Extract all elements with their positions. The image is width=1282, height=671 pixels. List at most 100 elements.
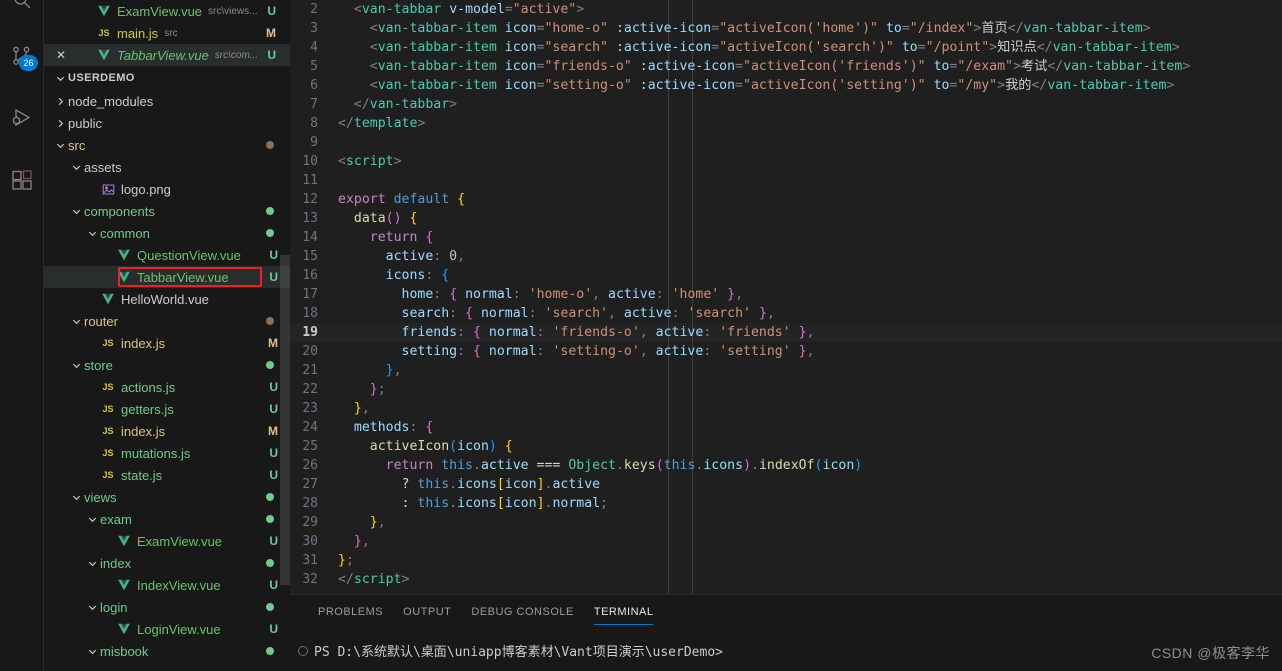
code-editor[interactable]: 2 <van-tabbar v-model="active"> 3 <van-ta…: [290, 0, 1282, 594]
tree-row-loginview-vue[interactable]: LoginView.vue U: [44, 618, 290, 640]
code-line[interactable]: 12 export default {: [290, 190, 1282, 209]
code-line[interactable]: 9: [290, 133, 1282, 152]
code-line[interactable]: 14 return {: [290, 228, 1282, 247]
code-line-text: </van-tabbar>: [338, 97, 458, 112]
tree-item-label: views: [84, 489, 117, 505]
tree-row-login[interactable]: login: [44, 596, 290, 618]
tree-row-store[interactable]: store: [44, 354, 290, 376]
code-line[interactable]: 21 },: [290, 361, 1282, 380]
chevron-down-icon: [68, 316, 84, 327]
code-line[interactable]: 15 active: 0,: [290, 247, 1282, 266]
tree-row-node-modules[interactable]: node_modules: [44, 90, 290, 112]
code-line[interactable]: 28 : this.icons[icon].normal;: [290, 494, 1282, 513]
code-line[interactable]: 18 search: { normal: 'search', active: '…: [290, 304, 1282, 323]
code-line[interactable]: 25 activeIcon(icon) {: [290, 437, 1282, 456]
tree-row-components[interactable]: components: [44, 200, 290, 222]
tree-row-index[interactable]: index: [44, 552, 290, 574]
code-line-text: active: 0,: [385, 249, 466, 264]
open-editor-description: src\com...: [214, 49, 259, 61]
code-line[interactable]: 17 home: { normal: 'home-o', active: 'ho…: [290, 285, 1282, 304]
tree-row-misbook[interactable]: misbook: [44, 640, 290, 662]
code-line[interactable]: 11: [290, 171, 1282, 190]
chevron-down-icon: [84, 228, 100, 239]
line-number: 19: [302, 325, 318, 340]
explorer-root-header[interactable]: USERDEMO: [44, 66, 290, 90]
tree-item-dot-indicator: [266, 207, 274, 215]
tree-row-mutations-js[interactable]: JS mutations.js U: [44, 442, 290, 464]
open-editor-item[interactable]: ✕ TabbarView.vue src\com... U: [44, 44, 290, 66]
code-line[interactable]: 20 setting: { normal: 'setting-o', activ…: [290, 342, 1282, 361]
open-editor-name: ExamView.vue: [117, 3, 203, 19]
tree-row-helloworld-vue[interactable]: HelloWorld.vue: [44, 288, 290, 310]
code-line[interactable]: 31};: [290, 551, 1282, 570]
tree-row-state-js[interactable]: JS state.js U: [44, 464, 290, 486]
panel-tab-terminal[interactable]: TERMINAL: [584, 595, 664, 630]
code-line[interactable]: 4 <van-tabbar-item icon="search" :active…: [290, 38, 1282, 57]
open-editor-item[interactable]: ExamView.vue src\views... U: [44, 0, 290, 22]
close-icon[interactable]: ✕: [52, 48, 70, 62]
vue-file-icon: [96, 47, 112, 63]
panel-tab-output[interactable]: OUTPUT: [393, 595, 461, 630]
open-editors-list: ExamView.vue src\views... U JS main.js src M ✕ T…: [44, 0, 290, 66]
code-line[interactable]: 19 friends: { normal: 'friends-o', activ…: [290, 323, 1282, 342]
code-line[interactable]: 6 <van-tabbar-item icon="setting-o" :act…: [290, 76, 1282, 95]
code-line[interactable]: 22 };: [290, 380, 1282, 399]
chevron-right-icon: [52, 118, 68, 129]
tree-row-index-js[interactable]: JS index.js M: [44, 420, 290, 442]
tree-row-tabbarview-vue[interactable]: TabbarView.vue U: [44, 266, 290, 288]
tree-row-exam[interactable]: exam: [44, 508, 290, 530]
tree-item-label: ExamView.vue: [137, 533, 223, 549]
code-line[interactable]: 27 ? this.icons[icon].active: [290, 475, 1282, 494]
code-line[interactable]: 23 },: [290, 399, 1282, 418]
tree-item-git-status: U: [269, 402, 278, 416]
vue-file-icon: [100, 291, 116, 307]
tree-row-questionview-vue[interactable]: QuestionView.vue U: [44, 244, 290, 266]
line-number: 2: [310, 2, 318, 17]
tree-row-common[interactable]: common: [44, 222, 290, 244]
run-and-debug-icon[interactable]: [0, 94, 44, 142]
code-line[interactable]: 30 },: [290, 532, 1282, 551]
chevron-down-icon: [84, 646, 100, 657]
tree-item-dot-indicator: [266, 141, 274, 149]
tree-row-actions-js[interactable]: JS actions.js U: [44, 376, 290, 398]
tree-item-dot-indicator: [266, 361, 274, 369]
code-line[interactable]: 8 </template>: [290, 114, 1282, 133]
open-editor-item[interactable]: JS main.js src M: [44, 22, 290, 44]
panel-tab-problems[interactable]: PROBLEMS: [308, 595, 393, 630]
line-number: 18: [302, 306, 318, 321]
code-line[interactable]: 29 },: [290, 513, 1282, 532]
code-line[interactable]: 24 methods: {: [290, 418, 1282, 437]
tree-row-assets[interactable]: assets: [44, 156, 290, 178]
code-line[interactable]: 32 </script>: [290, 570, 1282, 589]
search-icon[interactable]: [0, 0, 44, 24]
code-line[interactable]: 26 return this.active === Object.keys(th…: [290, 456, 1282, 475]
tree-row-src[interactable]: src: [44, 134, 290, 156]
code-line[interactable]: 2 <van-tabbar v-model="active">: [290, 0, 1282, 19]
tree-row-public[interactable]: public: [44, 112, 290, 134]
tree-row-logo-png[interactable]: logo.png: [44, 178, 290, 200]
vue-file-icon: [116, 577, 132, 593]
extensions-icon[interactable]: [0, 156, 44, 204]
code-line[interactable]: 10 <script>: [290, 152, 1282, 171]
tree-row-examview-vue[interactable]: ExamView.vue U: [44, 530, 290, 552]
code-line[interactable]: 13 data() {: [290, 209, 1282, 228]
tree-row-views[interactable]: views: [44, 486, 290, 508]
code-line[interactable]: 5 <van-tabbar-item icon="friends-o" :act…: [290, 57, 1282, 76]
code-line[interactable]: 3 <van-tabbar-item icon="home-o" :active…: [290, 19, 1282, 38]
terminal-body[interactable]: PS D:\系统默认\桌面\uniapp博客素材\Vant项目演示\userDe…: [290, 630, 1282, 671]
line-number: 29: [302, 515, 318, 530]
sidebar-scrollbar[interactable]: [280, 255, 290, 585]
panel-tab-debug-console[interactable]: DEBUG CONSOLE: [461, 595, 583, 630]
tree-row-indexview-vue[interactable]: IndexView.vue U: [44, 574, 290, 596]
tree-row-router[interactable]: router: [44, 310, 290, 332]
source-control-icon[interactable]: 26: [0, 32, 44, 80]
tree-row-index-js[interactable]: JS index.js M: [44, 332, 290, 354]
line-number: 5: [310, 59, 318, 74]
terminal-prompt-text: PS D:\系统默认\桌面\uniapp博客素材\Vant项目演示\userDe…: [314, 645, 723, 660]
tree-row-getters-js[interactable]: JS getters.js U: [44, 398, 290, 420]
code-line[interactable]: 7 </van-tabbar>: [290, 95, 1282, 114]
chevron-right-icon: [52, 96, 68, 107]
line-number: 6: [310, 78, 318, 93]
tree-item-label: HelloWorld.vue: [121, 291, 209, 307]
code-line[interactable]: 16 icons: {: [290, 266, 1282, 285]
